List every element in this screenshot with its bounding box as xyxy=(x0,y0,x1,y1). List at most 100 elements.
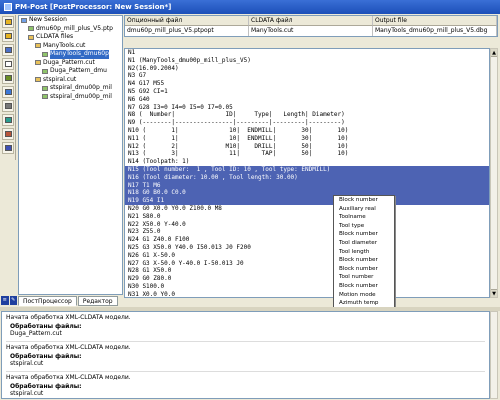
context-menu-item[interactable]: Tool number xyxy=(334,273,394,282)
log-done-text: Обработаны файлы: xyxy=(10,353,82,360)
tree-node-label: stspiral_dmu00p_mil xyxy=(50,92,112,100)
tree-node[interactable]: ManyTools_dmu60p xyxy=(19,50,122,59)
code-line[interactable]: N1 xyxy=(125,49,489,57)
log-toggle-buttons: ≡ ✎ xyxy=(1,296,18,306)
code-line[interactable]: N12 ( 2| M10| DRILL| 50| 10) xyxy=(125,143,489,151)
tab-postprocessor[interactable]: ПостПроцессор xyxy=(18,296,77,306)
tree-node[interactable]: stspiral_dmu00p_mil xyxy=(19,84,122,93)
log-list-icon[interactable]: ≡ xyxy=(1,296,9,305)
file-icon xyxy=(42,68,48,74)
log-start-text: Начата обработка XML-CLDATA модели. xyxy=(6,344,131,351)
code-line[interactable]: N22 X50.0 Y-40.0 xyxy=(125,221,489,229)
code-line[interactable]: N16 (Tool diameter: 10.00 , Tool length:… xyxy=(125,173,489,182)
code-line[interactable]: N5 G92 CI=1 xyxy=(125,88,489,96)
list-icon[interactable] xyxy=(2,72,14,84)
log-file-name: Duga_Pattern.cut xyxy=(10,330,62,337)
context-menu-item[interactable]: Auxiliary real xyxy=(334,205,394,214)
code-line[interactable]: N27 G3 X-50.0 Y-40.0 I-50.013 J0 xyxy=(125,260,489,268)
code-line[interactable]: N1 (ManyTools_dmu00p_mill_plus_V5) xyxy=(125,57,489,65)
code-line[interactable]: N7 G28 I3=0 I4=0 I5=0 I7=0.05 xyxy=(125,104,489,112)
code-line[interactable]: N20 G0 X0.0 Y0.0 Z100.0 M8 xyxy=(125,205,489,213)
code-line[interactable]: N26 G1 X-50.0 xyxy=(125,252,489,260)
info-icon[interactable] xyxy=(2,142,14,154)
settings-icon[interactable] xyxy=(2,100,14,112)
code-line[interactable]: N11 ( 1| 10| ENDMILL| 30| 10) xyxy=(125,135,489,143)
title-bar: PM-Post [PostProcessor: New Session*] xyxy=(0,0,500,14)
tree-node-label: ManyTools.cut xyxy=(43,41,86,49)
tree-node[interactable]: Duga_Pattern.cut xyxy=(19,59,122,68)
log-entry: Начата обработка XML-CLDATA модели. Обраб… xyxy=(6,314,485,337)
tab-editor[interactable]: Редактор xyxy=(77,296,118,306)
code-line[interactable]: N31 X0.0 Y0.0 xyxy=(125,291,489,297)
tree-node[interactable]: dmu60p_mill_plus_V5.ptp xyxy=(19,25,122,34)
code-line[interactable]: N6 G40 xyxy=(125,96,489,104)
tree-node[interactable]: New Session xyxy=(19,16,122,25)
output-file-value[interactable]: ManyTools_dmu60p_mill_plus_V5.dbg xyxy=(373,26,497,36)
file-icon xyxy=(21,17,27,23)
books-icon[interactable] xyxy=(2,128,14,140)
code-line[interactable]: N13 ( 3| 11| TAP| 50| 10) xyxy=(125,150,489,158)
code-line[interactable]: N25 G3 X50.0 Y40.0 I50.013 J0 F200 xyxy=(125,244,489,252)
code-line[interactable]: N8 ( Number| ID| Type| Length| Diameter) xyxy=(125,111,489,119)
context-menu-item[interactable]: Tool type xyxy=(334,222,394,231)
tree-node[interactable]: ManyTools.cut xyxy=(19,42,122,51)
context-menu-item[interactable]: Tool diameter xyxy=(334,239,394,248)
tree-node[interactable]: stspiral.cut xyxy=(19,76,122,85)
code-line[interactable]: N28 G1 X50.0 xyxy=(125,267,489,275)
save-icon[interactable] xyxy=(2,44,14,56)
log-file-name: stspiral.cut xyxy=(10,390,44,397)
code-line[interactable]: N18 G0 B0.0 C0.0 xyxy=(125,189,489,198)
code-line[interactable]: N19 G54 I1 xyxy=(125,197,489,205)
context-menu-item[interactable]: Motion mode xyxy=(334,291,394,300)
code-line[interactable]: N2(16.09.2004) xyxy=(125,65,489,73)
nc-code-editor[interactable]: N1 N1 (ManyTools_dmu00p_mill_plus_V5) N2(1… xyxy=(124,48,490,298)
file-icon xyxy=(42,85,48,91)
folder-icon xyxy=(35,43,41,49)
code-line[interactable]: N29 G0 Z80.0 xyxy=(125,275,489,283)
log-edit-icon[interactable]: ✎ xyxy=(9,296,17,305)
tree-node[interactable]: stspiral_dmu00p_mil xyxy=(19,93,122,102)
context-menu-item[interactable]: Block number xyxy=(334,196,394,205)
context-menu-item[interactable]: Tool length xyxy=(334,248,394,257)
scroll-up-icon[interactable]: ▲ xyxy=(491,49,497,57)
code-line[interactable]: N23 Z55.0 xyxy=(125,228,489,236)
refresh-icon[interactable] xyxy=(2,86,14,98)
code-line[interactable]: N9 (--------|----------------|---------|… xyxy=(125,119,489,127)
options-file-value[interactable]: dmu60p_mill_plus_V5.ptpopt xyxy=(125,26,249,36)
scroll-down-icon[interactable]: ▼ xyxy=(491,289,497,297)
context-menu-item[interactable]: Block number xyxy=(334,282,394,291)
file-icon xyxy=(42,51,48,57)
project-tree[interactable]: New Session dmu60p_mill_plus_V5.ptp CLDATA… xyxy=(18,15,123,295)
tree-node-label: dmu60p_mill_plus_V5.ptp xyxy=(36,24,113,32)
code-line[interactable]: N21 S80.0 xyxy=(125,213,489,221)
output-file-header: Output file xyxy=(373,16,497,26)
window-title: PM-Post [PostProcessor: New Session*] xyxy=(15,3,172,11)
log-entry: Начата обработка XML-CLDATA модели. Обраб… xyxy=(6,344,485,367)
tree-node[interactable]: CLDATA files xyxy=(19,33,122,42)
vertical-toolbar xyxy=(1,15,16,160)
context-menu-item[interactable]: Toolname xyxy=(334,213,394,222)
code-line[interactable]: N3 G7 xyxy=(125,72,489,80)
code-line[interactable]: N17 T1 M6 xyxy=(125,181,489,190)
cldata-file-value[interactable]: ManyTools.cut xyxy=(249,26,373,36)
context-menu-item[interactable]: Block number xyxy=(334,265,394,274)
code-line[interactable]: N24 G1 Z40.0 F100 xyxy=(125,236,489,244)
tree-node-label: stspiral.cut xyxy=(43,75,77,83)
run-icon[interactable] xyxy=(2,114,14,126)
tree-node-label: CLDATA files xyxy=(36,33,74,40)
editor-scrollbar[interactable]: ▲ ▼ xyxy=(490,48,498,298)
code-line[interactable]: N14 (Toolpath: 1) xyxy=(125,158,489,166)
folder-icon[interactable] xyxy=(2,30,14,42)
open-folder-icon[interactable] xyxy=(2,16,14,28)
code-line[interactable]: N10 ( 1| 10| ENDMILL| 30| 10) xyxy=(125,127,489,135)
code-line[interactable]: N4 G17 M55 xyxy=(125,80,489,88)
document-icon[interactable] xyxy=(2,58,14,70)
file-icon xyxy=(42,94,48,100)
code-line[interactable]: N15 (Tool number: 1 , Tool ID: 10 , Tool… xyxy=(125,165,489,174)
code-line[interactable]: N30 S100.0 xyxy=(125,283,489,291)
tree-node[interactable]: Duga_Pattern_dmu xyxy=(19,67,122,76)
context-menu-item[interactable]: Block number xyxy=(334,256,394,265)
log-scrollbar[interactable] xyxy=(490,311,498,399)
log-done-text: Обработаны файлы: xyxy=(10,383,82,390)
context-menu-item[interactable]: Block number xyxy=(334,230,394,239)
